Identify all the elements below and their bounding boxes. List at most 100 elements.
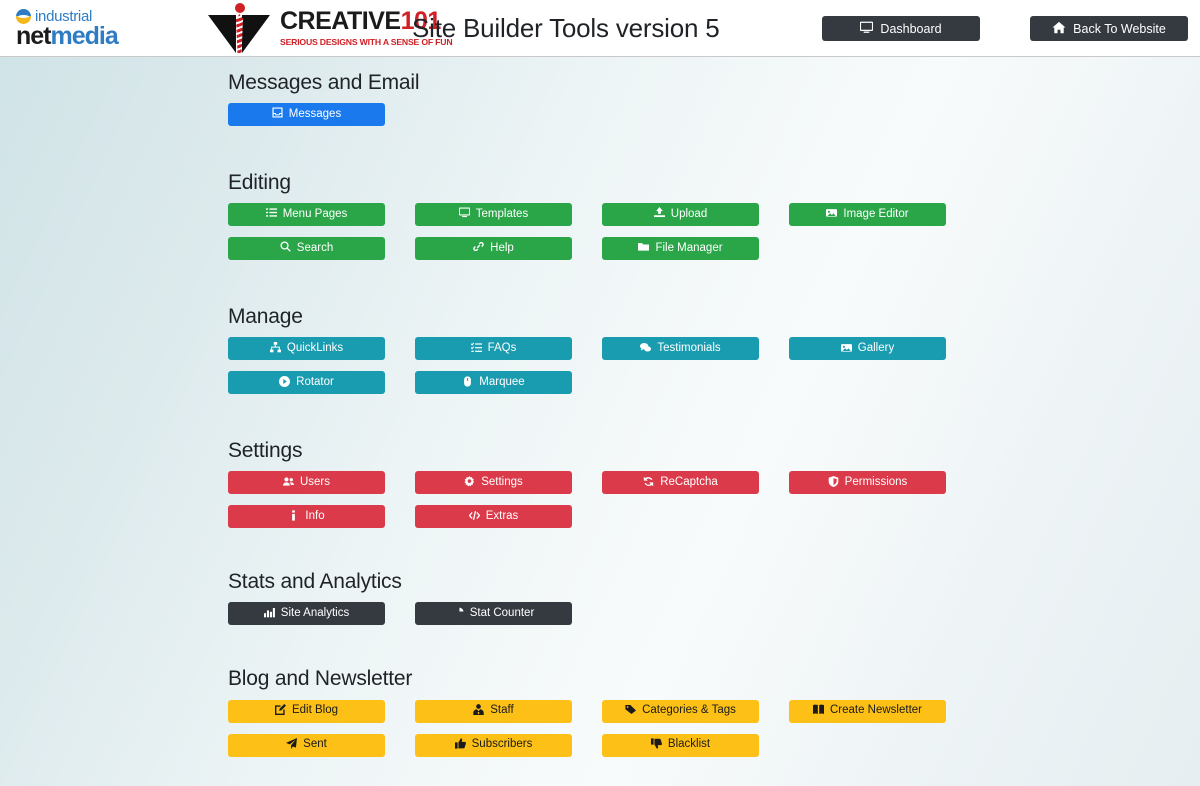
edit-icon <box>274 703 286 719</box>
dashboard-button-label: Dashboard <box>880 21 942 36</box>
refresh-icon <box>643 476 654 491</box>
tool-button-messages[interactable]: Messages <box>228 103 385 127</box>
tool-button-extras[interactable]: Extras <box>415 505 572 529</box>
images-icon <box>840 342 852 357</box>
tool-button-menu-pages[interactable]: Menu Pages <box>228 203 385 227</box>
section-title: Stats and Analytics <box>228 570 402 594</box>
tuxedo-dot <box>235 3 245 13</box>
section-messages-and-email: Messages and Email Messages <box>228 71 1200 127</box>
tool-button-label: Gallery <box>857 342 895 355</box>
chart-bar-icon <box>263 607 275 622</box>
header-actions: Dashboard Back To Website <box>822 16 1188 41</box>
tool-button-label: Image Editor <box>843 207 909 220</box>
tool-button-edit-blog[interactable]: Edit Blog <box>228 699 385 723</box>
tool-button-help[interactable]: Help <box>415 237 572 261</box>
industrial-netmedia-logo: industrial netmedia <box>16 8 166 49</box>
section-title: Manage <box>228 305 303 329</box>
tool-button-label: Site Analytics <box>280 607 350 620</box>
thumbs-down-icon <box>650 738 662 753</box>
image-icon <box>826 207 838 222</box>
info-icon <box>288 509 299 525</box>
play-circle-icon <box>279 375 291 391</box>
button-grid: Edit Blog Staff Categories & Tags Create… <box>228 699 976 757</box>
tool-button-label: Create Newsletter <box>829 704 923 717</box>
button-grid: Users Settings ReCaptcha Permissions Inf… <box>228 471 976 529</box>
tool-button-stat-counter[interactable]: Stat Counter <box>415 602 572 626</box>
tool-button-rotator[interactable]: Rotator <box>228 371 385 395</box>
section-settings: Settings Users Settings ReCaptcha Permis… <box>228 439 1200 529</box>
tool-button-templates[interactable]: Templates <box>415 203 572 227</box>
search-icon <box>280 241 291 256</box>
tool-button-create-newsletter[interactable]: Create Newsletter <box>789 699 946 723</box>
tool-button-label: Templates <box>475 207 529 220</box>
button-grid: Messages <box>228 103 976 127</box>
tool-button-label: FAQs <box>487 342 517 355</box>
tasks-icon <box>470 342 482 357</box>
gear-icon <box>464 475 475 491</box>
tool-button-label: Info <box>305 510 325 523</box>
tool-button-gallery[interactable]: Gallery <box>789 337 946 361</box>
button-grid: Menu Pages Templates Upload Image Editor… <box>228 203 976 261</box>
folder-icon <box>638 241 650 256</box>
section-title: Messages and Email <box>228 71 420 94</box>
desktop-icon <box>860 21 874 37</box>
tool-button-quicklinks[interactable]: QuickLinks <box>228 337 385 361</box>
tool-button-label: Upload <box>670 207 708 220</box>
tool-button-search[interactable]: Search <box>228 237 385 261</box>
paper-plane-icon <box>286 737 298 753</box>
tool-button-label: Permissions <box>844 476 908 489</box>
tool-button-staff[interactable]: Staff <box>415 699 572 723</box>
tool-button-file-manager[interactable]: File Manager <box>602 237 759 261</box>
code-icon <box>468 510 481 525</box>
button-grid: QuickLinks FAQs Testimonials Gallery Rot… <box>228 337 976 395</box>
tool-button-label: Staff <box>490 704 514 717</box>
tool-button-testimonials[interactable]: Testimonials <box>602 337 759 361</box>
tool-button-upload[interactable]: Upload <box>602 203 759 227</box>
tool-button-categories-and-tags[interactable]: Categories & Tags <box>602 699 759 723</box>
pie-chart-icon <box>452 607 464 622</box>
tool-button-label: Settings <box>481 476 523 489</box>
dashboard-button[interactable]: Dashboard <box>822 16 980 41</box>
inbox-icon <box>272 107 283 122</box>
user-tie-icon <box>473 703 484 719</box>
tool-button-site-analytics[interactable]: Site Analytics <box>228 602 385 626</box>
tuxedo-lapel-right <box>242 15 270 53</box>
tuxedo-icon <box>204 2 274 54</box>
tool-button-info[interactable]: Info <box>228 505 385 529</box>
app-header: industrial netmedia CREATIVE101 SERIOUS … <box>0 0 1200 57</box>
shield-icon <box>828 475 839 491</box>
tools-content: Messages and Email Messages Editing Menu… <box>0 57 1200 757</box>
tool-button-label: Testimonials <box>657 342 721 355</box>
tool-button-label: Edit Blog <box>291 704 339 717</box>
globe-icon <box>16 8 31 24</box>
tool-button-marquee[interactable]: Marquee <box>415 371 572 395</box>
tool-button-label: Extras <box>485 510 519 523</box>
back-to-website-button-label: Back To Website <box>1073 21 1166 36</box>
tool-button-label: Menu Pages <box>282 207 348 220</box>
sitemap-icon <box>269 341 281 357</box>
tool-button-users[interactable]: Users <box>228 471 385 495</box>
tool-button-label: File Manager <box>655 241 723 254</box>
tool-button-recaptcha[interactable]: ReCaptcha <box>602 471 759 495</box>
book-icon <box>812 704 824 719</box>
tool-button-label: Help <box>490 241 514 254</box>
brand-word-media: media <box>50 21 119 50</box>
brand-word-netmedia: netmedia <box>16 21 166 50</box>
tool-button-blacklist[interactable]: Blacklist <box>602 733 759 757</box>
tool-button-image-editor[interactable]: Image Editor <box>789 203 946 227</box>
section-title: Editing <box>228 171 291 195</box>
back-to-website-button[interactable]: Back To Website <box>1030 16 1188 41</box>
tool-button-settings[interactable]: Settings <box>415 471 572 495</box>
tool-button-faqs[interactable]: FAQs <box>415 337 572 361</box>
tool-button-label: Categories & Tags <box>642 704 736 717</box>
tool-button-subscribers[interactable]: Subscribers <box>415 733 572 757</box>
section-title: Settings <box>228 439 303 463</box>
tool-button-permissions[interactable]: Permissions <box>789 471 946 495</box>
tool-button-sent[interactable]: Sent <box>228 733 385 757</box>
link-icon <box>473 241 484 256</box>
thumbs-up-icon <box>454 738 466 753</box>
